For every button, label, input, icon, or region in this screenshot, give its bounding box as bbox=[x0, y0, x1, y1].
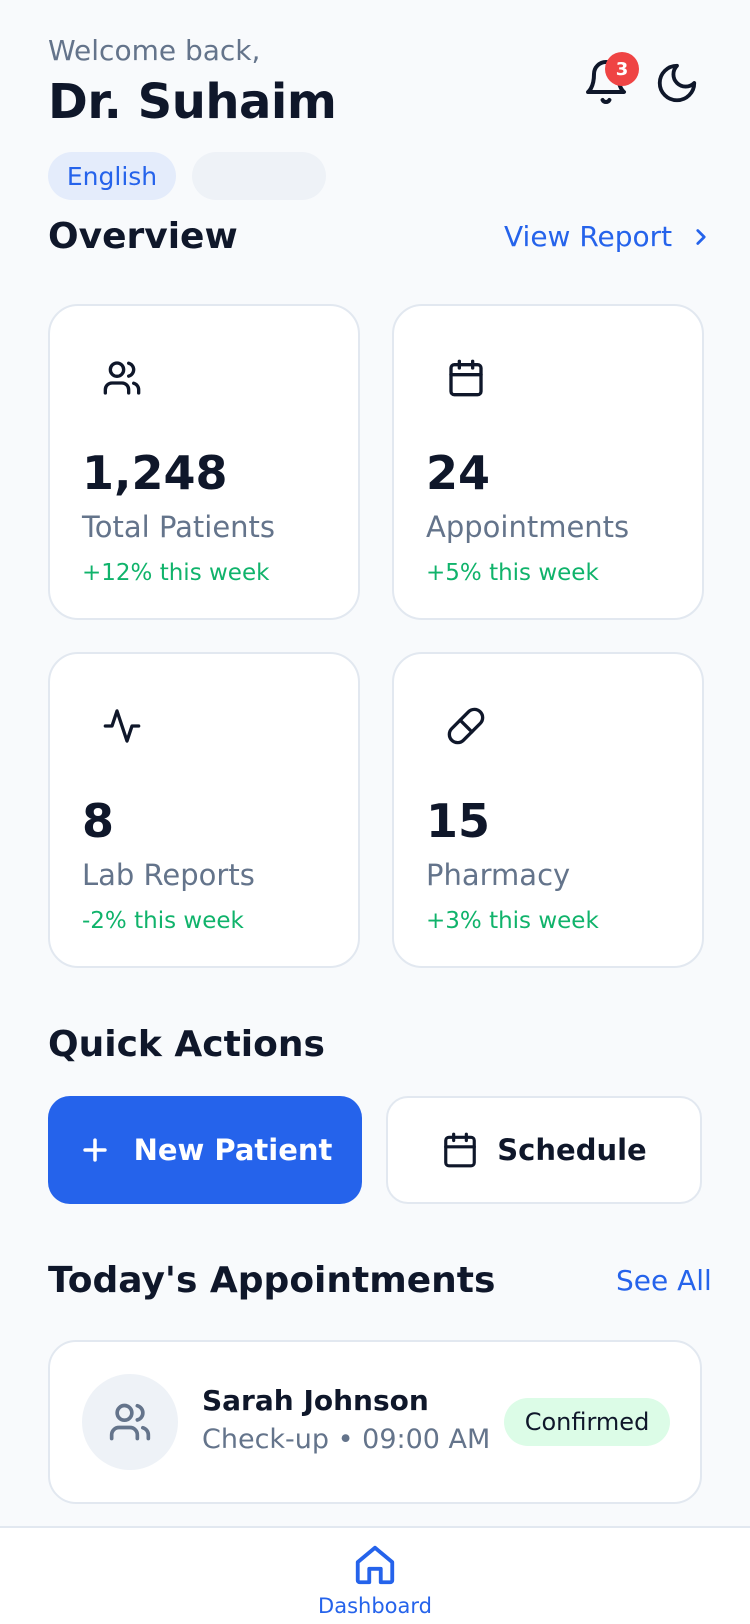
new-patient-label: New Patient bbox=[133, 1133, 333, 1167]
moon-icon bbox=[657, 63, 697, 103]
stat-change: +5% this week bbox=[426, 560, 599, 586]
appointment-meta: Check-up • 09:00 AM bbox=[202, 1424, 491, 1455]
nav-dashboard-label: Dashboard bbox=[318, 1594, 432, 1618]
plus-icon bbox=[82, 1138, 107, 1162]
status-badge: Confirmed bbox=[504, 1398, 670, 1446]
appointments-title: Today's Appointments bbox=[48, 1260, 496, 1301]
see-all-label: See All bbox=[616, 1264, 712, 1297]
language-chip[interactable]: English bbox=[48, 152, 176, 200]
stat-card-lab-reports[interactable]: 8 Lab Reports -2% this week bbox=[48, 652, 360, 968]
theme-toggle-button[interactable] bbox=[654, 60, 700, 106]
stat-value: 8 bbox=[82, 794, 115, 848]
view-report-label: View Report bbox=[504, 220, 673, 253]
schedule-label: Schedule bbox=[497, 1133, 647, 1167]
stat-label: Appointments bbox=[426, 510, 630, 544]
welcome-text: Welcome back, bbox=[48, 34, 261, 67]
stat-value: 24 bbox=[426, 446, 491, 500]
language-chip-placeholder[interactable] bbox=[192, 152, 326, 200]
stat-change: +3% this week bbox=[426, 908, 599, 934]
patient-name: Sarah Johnson bbox=[202, 1384, 429, 1417]
doctor-name: Dr. Suhaim bbox=[48, 74, 337, 130]
users-icon bbox=[102, 358, 142, 398]
quick-actions-title: Quick Actions bbox=[48, 1024, 325, 1065]
bottom-nav: Dashboard bbox=[0, 1526, 750, 1624]
stat-label: Pharmacy bbox=[426, 858, 571, 892]
stat-card-appointments[interactable]: 24 Appointments +5% this week bbox=[392, 304, 704, 620]
activity-icon bbox=[102, 706, 142, 746]
stat-label: Total Patients bbox=[82, 510, 276, 544]
new-patient-button[interactable]: New Patient bbox=[48, 1096, 362, 1204]
overview-title: Overview bbox=[48, 216, 238, 257]
stat-change: -2% this week bbox=[82, 908, 244, 934]
appointment-card[interactable]: Sarah Johnson Check-up • 09:00 AM Confir… bbox=[48, 1340, 702, 1504]
dashboard-screen: Welcome back, Dr. Suhaim 3 English Overv… bbox=[0, 0, 750, 1624]
schedule-button[interactable]: Schedule bbox=[386, 1096, 702, 1204]
chevron-right-icon bbox=[696, 228, 706, 245]
notification-badge: 3 bbox=[605, 52, 639, 86]
stat-value: 15 bbox=[426, 794, 491, 848]
home-icon bbox=[355, 1545, 395, 1585]
avatar bbox=[82, 1374, 178, 1470]
view-report-link[interactable]: View Report bbox=[504, 220, 714, 253]
nav-dashboard[interactable]: Dashboard bbox=[318, 1542, 432, 1624]
users-icon bbox=[109, 1403, 151, 1441]
stat-card-total-patients[interactable]: 1,248 Total Patients +12% this week bbox=[48, 304, 360, 620]
see-all-link[interactable]: See All bbox=[616, 1264, 712, 1297]
stat-value: 1,248 bbox=[82, 446, 228, 500]
stat-card-pharmacy[interactable]: 15 Pharmacy +3% this week bbox=[392, 652, 704, 968]
calendar-icon bbox=[444, 1132, 477, 1168]
stat-label: Lab Reports bbox=[82, 858, 255, 892]
calendar-icon bbox=[446, 358, 486, 398]
pill-icon bbox=[446, 706, 486, 746]
stat-change: +12% this week bbox=[82, 560, 270, 586]
